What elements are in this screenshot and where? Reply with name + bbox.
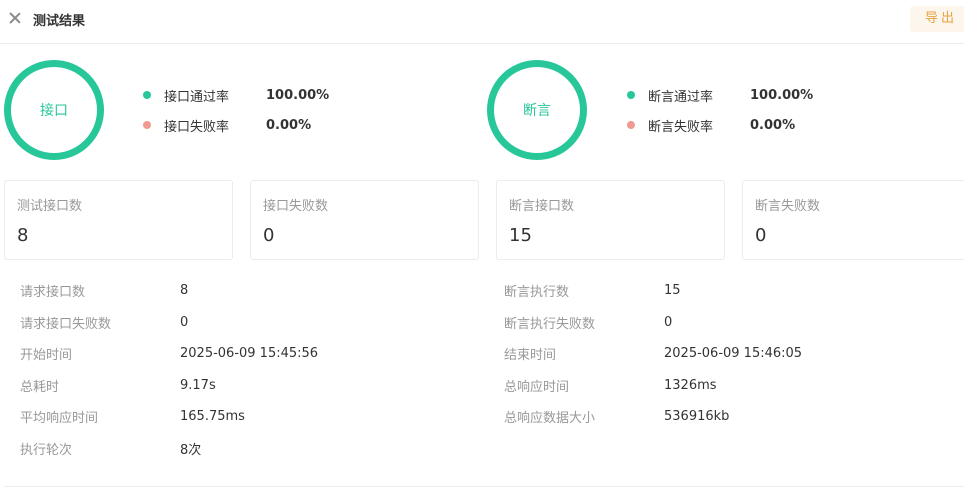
stat-card-assert-apis: 断言接口数 15 — [496, 180, 725, 260]
header: 测试结果 导出 — [0, 0, 964, 44]
close-icon[interactable] — [8, 11, 22, 25]
detail-label: 断言执行失败数 — [504, 316, 596, 332]
legend-value: 0.00% — [266, 117, 312, 133]
detail-value: 8次 — [180, 442, 202, 458]
legend-label: 断言失败率 — [648, 119, 714, 135]
pass-dot-icon — [627, 91, 635, 99]
assert-ring-label: 断言 — [523, 103, 551, 119]
detail-label: 请求接口失败数 — [20, 316, 112, 332]
detail-value: 9.17s — [180, 377, 216, 393]
legend-value: 100.00% — [266, 87, 330, 103]
api-pass-legend: 接口通过率 100.00% — [143, 85, 329, 105]
card-label: 测试接口数 — [17, 199, 83, 214]
stat-card-failed-asserts: 断言失败数 0 — [742, 180, 964, 260]
assert-fail-legend: 断言失败率 0.00% — [627, 115, 795, 135]
page-title: 测试结果 — [33, 14, 86, 29]
detail-value: 0 — [664, 314, 673, 330]
card-label: 接口失败数 — [263, 199, 329, 214]
detail-value: 536916kb — [664, 408, 730, 424]
detail-label: 断言执行数 — [504, 284, 570, 300]
card-value: 8 — [17, 225, 29, 246]
detail-label: 开始时间 — [20, 347, 73, 363]
pass-dot-icon — [143, 91, 151, 99]
card-value: 0 — [263, 225, 275, 246]
detail-value: 2025-06-09 15:46:05 — [664, 345, 803, 361]
detail-label: 平均响应时间 — [20, 410, 99, 426]
divider — [4, 486, 964, 487]
legend-label: 断言通过率 — [648, 89, 714, 105]
card-value: 15 — [509, 225, 532, 246]
stat-card-failed-apis: 接口失败数 0 — [250, 180, 479, 260]
legend-value: 100.00% — [750, 87, 814, 103]
detail-value: 1326ms — [664, 377, 717, 393]
detail-value: 0 — [180, 314, 189, 330]
detail-label: 结束时间 — [504, 347, 557, 363]
assert-pass-legend: 断言通过率 100.00% — [627, 85, 813, 105]
api-pass-ring: 接口 — [4, 60, 104, 160]
api-ring-label: 接口 — [40, 103, 68, 119]
detail-value: 2025-06-09 15:45:56 — [180, 345, 319, 361]
assert-pass-ring: 断言 — [487, 60, 587, 160]
detail-label: 总耗时 — [20, 379, 60, 395]
detail-label: 总响应数据大小 — [504, 410, 596, 426]
detail-value: 15 — [664, 282, 681, 298]
legend-label: 接口失败率 — [164, 119, 230, 135]
export-button[interactable]: 导出 — [910, 6, 964, 32]
detail-label: 执行轮次 — [20, 442, 73, 458]
legend-label: 接口通过率 — [164, 89, 230, 105]
detail-label: 请求接口数 — [20, 284, 86, 300]
fail-dot-icon — [143, 121, 151, 129]
detail-value: 165.75ms — [180, 408, 245, 424]
detail-label: 总响应时间 — [504, 379, 570, 395]
card-value: 0 — [755, 225, 767, 246]
legend-value: 0.00% — [750, 117, 796, 133]
detail-value: 8 — [180, 282, 189, 298]
api-fail-legend: 接口失败率 0.00% — [143, 115, 311, 135]
card-label: 断言接口数 — [509, 199, 575, 214]
stat-card-tested-apis: 测试接口数 8 — [4, 180, 233, 260]
card-label: 断言失败数 — [755, 199, 821, 214]
fail-dot-icon — [627, 121, 635, 129]
